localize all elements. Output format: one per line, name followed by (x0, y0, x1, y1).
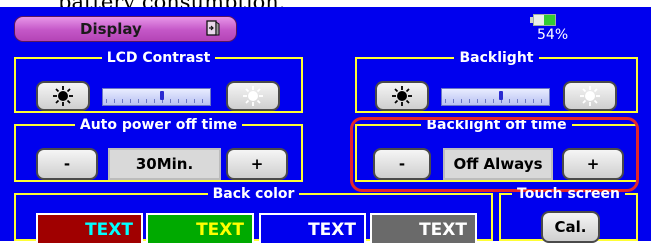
sun-dark-icon (53, 86, 73, 106)
back-color-swatch-green[interactable]: TEXT (146, 213, 254, 245)
sun-bright-icon (580, 86, 600, 106)
back-color-swatch-blue[interactable]: TEXT (259, 213, 366, 245)
backlight-group: Backlight (355, 51, 638, 113)
back-color-group: Back color TEXT TEXT TEXT TEXT (14, 186, 493, 245)
back-color-swatch-red[interactable]: TEXT (36, 213, 143, 245)
touch-screen-legend: Touch screen (517, 186, 620, 202)
backlight-decrease-button[interactable] (375, 81, 429, 111)
battery-icon (530, 14, 557, 26)
contrast-slider[interactable] (102, 88, 211, 106)
battery-fill (543, 15, 555, 25)
battery-percent: 54% (537, 27, 569, 43)
back-color-swatch-gray[interactable]: TEXT (370, 213, 477, 245)
contrast-slider-knob[interactable] (160, 91, 164, 100)
back-color-legend: Back color (212, 186, 295, 202)
auto-power-off-legend: Auto power off time (79, 117, 238, 133)
power-off-plus-button[interactable]: + (226, 148, 288, 180)
display-settings-screen: Display 54% LCD Contrast Backlight Auto … (0, 7, 651, 245)
auto-power-off-group: Auto power off time - 30Min. + (14, 118, 303, 182)
highlight-outline (350, 117, 639, 192)
power-off-minus-button[interactable]: - (36, 148, 98, 180)
calibrate-button[interactable]: Cal. (541, 211, 600, 243)
lcd-contrast-group: LCD Contrast (14, 51, 303, 113)
page-title: Display (80, 20, 142, 38)
backlight-legend: Backlight (459, 50, 534, 66)
exit-door-icon[interactable] (206, 20, 220, 40)
power-off-value: 30Min. (108, 148, 221, 180)
contrast-increase-button[interactable] (226, 81, 280, 111)
sun-bright-icon (243, 86, 263, 106)
backlight-slider-knob[interactable] (499, 91, 503, 100)
contrast-decrease-button[interactable] (36, 81, 90, 111)
sun-dark-icon (392, 86, 412, 106)
backlight-slider[interactable] (441, 88, 550, 106)
backlight-increase-button[interactable] (563, 81, 617, 111)
touch-screen-group: Touch screen Cal. (499, 186, 638, 243)
title-tab[interactable]: Display (14, 16, 237, 42)
lcd-contrast-legend: LCD Contrast (106, 50, 211, 66)
